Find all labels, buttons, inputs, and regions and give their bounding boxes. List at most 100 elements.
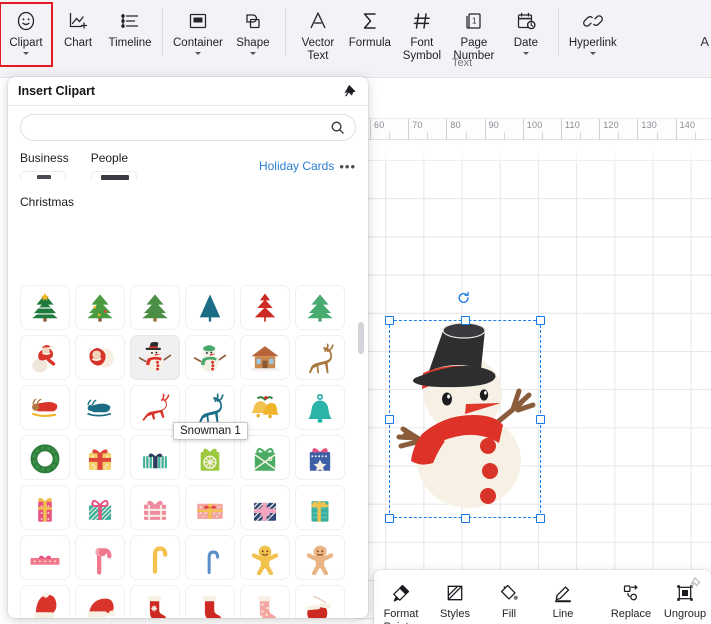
clipart-item-gift-green-ribbon[interactable]	[240, 435, 290, 480]
clipart-item-santa-hat-upright[interactable]	[20, 585, 70, 618]
selection-handle-w[interactable]	[385, 415, 394, 424]
ruler-tick-major: 120	[599, 119, 619, 141]
clipart-item-bell-teal[interactable]	[295, 385, 345, 430]
search-box[interactable]	[20, 114, 356, 141]
ruler-tick-label: 130	[641, 120, 658, 130]
snowman-shape[interactable]	[389, 311, 541, 519]
clipart-item-stocking-dotted[interactable]	[240, 585, 290, 618]
fill-bucket-icon	[499, 581, 519, 605]
canvas-top-fade	[355, 140, 711, 166]
ribbon-button-hyperlink[interactable]: Hyperlink	[565, 3, 621, 66]
context-toolbar[interactable]: Format Painter Styles Fill Line Replace Ungr…	[374, 570, 711, 624]
selection-handle-sw[interactable]	[385, 514, 394, 523]
holiday-cards-link[interactable]: Holiday Cards	[259, 159, 334, 173]
chevron-down-icon[interactable]	[249, 52, 256, 55]
category-tab-business[interactable]: Business	[20, 151, 69, 181]
clipart-item-gift-navy-diagonal[interactable]	[240, 485, 290, 530]
ribbon-button-label: Vector Text	[301, 37, 335, 62]
ribbon-button-timeline[interactable]: Timeline	[104, 3, 156, 66]
ribbon-button-label: Hyperlink	[568, 37, 617, 49]
clipart-item-stocking-red[interactable]	[185, 585, 235, 618]
ribbon-edge-cutoff: A	[700, 34, 709, 49]
clipart-item-mittens-red[interactable]	[295, 585, 345, 618]
clipart-item-sleigh-silhouette[interactable]	[75, 385, 125, 430]
chevron-down-icon[interactable]	[194, 52, 201, 55]
clipart-item-christmas-tree-mint[interactable]	[295, 285, 345, 330]
clipart-item-gingerbread-santa-hat[interactable]	[295, 535, 345, 580]
panel-scrollbar-thumb[interactable]	[358, 322, 364, 354]
clipart-item-gift-pink-wide[interactable]	[130, 485, 180, 530]
clipart-item-gingerbread-yellow[interactable]	[240, 535, 290, 580]
ribbon-button-shape[interactable]: Shape	[227, 3, 279, 66]
ribbon-separator-1	[162, 8, 163, 56]
clipart-item-christmas-tree-star[interactable]	[20, 285, 70, 330]
ribbon-button-date[interactable]: Date	[500, 3, 552, 66]
selection-handle-e[interactable]	[536, 415, 545, 424]
insert-clipart-panel[interactable]: Insert Clipart Business People Holiday C…	[8, 77, 368, 618]
category-tab-people[interactable]: People	[90, 151, 137, 181]
clipart-item-house-cabin[interactable]	[240, 335, 290, 380]
ribbon-button-container[interactable]: Container	[169, 3, 227, 66]
category-tabs: Business People Holiday Cards •••	[8, 141, 368, 181]
context-button-styles[interactable]: Styles	[428, 577, 482, 624]
context-button-replace[interactable]: Replace	[604, 577, 658, 624]
chevron-down-icon[interactable]	[589, 52, 596, 55]
clipart-item-gift-ribbon-flat[interactable]	[20, 535, 70, 580]
search-input[interactable]	[33, 119, 330, 136]
rotate-handle-icon[interactable]	[457, 291, 471, 305]
clipart-item-candy-cane-pink[interactable]	[75, 535, 125, 580]
clipart-item-santa-sleigh[interactable]	[20, 385, 70, 430]
clipart-item-gift-teal-bow[interactable]	[75, 485, 125, 530]
chevron-down-icon[interactable]	[23, 52, 29, 55]
clipart-item-gift-blue-star[interactable]	[295, 435, 345, 480]
ribbon-button-formula[interactable]: Formula	[344, 3, 396, 66]
pin-icon[interactable]	[690, 576, 703, 589]
chevron-down-icon[interactable]	[522, 52, 529, 55]
selection-handle-n[interactable]	[460, 316, 470, 325]
clipart-item-candy-cane-blue[interactable]	[185, 535, 235, 580]
selection-handle-s[interactable]	[460, 514, 470, 523]
clipart-item-gift-yellow-red-bow[interactable]	[75, 435, 125, 480]
ribbon-button-font-symbol[interactable]: Font Symbol	[396, 3, 448, 66]
clipart-item-reindeer-brown[interactable]	[295, 335, 345, 380]
clipart-item-gift-teal-gold-bow[interactable]	[295, 485, 345, 530]
selection-handle-ne[interactable]	[536, 316, 545, 325]
ribbon-button-vector-text[interactable]: Vector Text	[292, 3, 344, 66]
overflow-menu-icon[interactable]: •••	[339, 159, 356, 174]
clipart-smiley-icon	[15, 7, 37, 35]
ribbon-button-clipart[interactable]: Clipart	[0, 2, 53, 67]
clipart-item-santa-with-sack[interactable]	[20, 335, 70, 380]
panel-header: Insert Clipart	[8, 77, 368, 106]
clipart-item-christmas-tree-green[interactable]	[130, 285, 180, 330]
clipart-item-gift-lime-snowflake[interactable]	[185, 435, 235, 480]
ribbon-button-label: Clipart	[9, 37, 43, 49]
clipart-item-stocking-snowflake[interactable]	[130, 585, 180, 618]
ribbon-text-group: Vector Text Formula Font Symbol 1 Page Numbe…	[292, 0, 552, 66]
selection-handle-nw[interactable]	[385, 316, 394, 325]
ribbon-button-chart[interactable]: Chart	[52, 3, 104, 66]
selection-handle-se[interactable]	[536, 514, 545, 523]
clipart-item-gift-dotted-coral[interactable]	[185, 485, 235, 530]
context-button-ungroup[interactable]: Ungroup	[658, 577, 711, 624]
clipart-item-gift-striped-teal[interactable]	[130, 435, 180, 480]
clipart-item-christmas-tree-gold[interactable]	[75, 285, 125, 330]
context-button-line[interactable]: Line	[536, 577, 590, 624]
clipart-item-christmas-tree-red[interactable]	[240, 285, 290, 330]
timeline-icon	[119, 7, 141, 35]
clipart-item-snowman-green-hat[interactable]	[185, 335, 235, 380]
clipart-item-gift-pink-tall[interactable]	[20, 485, 70, 530]
pin-icon[interactable]	[344, 84, 358, 98]
clipart-item-santa-waving[interactable]	[75, 335, 125, 380]
clipart-item-candy-cane-yellow[interactable]	[130, 535, 180, 580]
clipart-grid-scroll[interactable]	[8, 277, 368, 618]
line-pen-icon	[553, 581, 573, 605]
svg-text:1: 1	[472, 17, 477, 26]
clipart-item-wreath-green[interactable]	[20, 435, 70, 480]
clipart-item-snowman-1[interactable]	[130, 335, 180, 380]
context-button-format-painter[interactable]: Format Painter	[374, 577, 428, 624]
vector-text-icon	[307, 7, 329, 35]
search-icon[interactable]	[330, 120, 345, 135]
clipart-item-santa-hat-tilted[interactable]	[75, 585, 125, 618]
context-button-fill[interactable]: Fill	[482, 577, 536, 624]
clipart-item-christmas-tree-teal[interactable]	[185, 285, 235, 330]
